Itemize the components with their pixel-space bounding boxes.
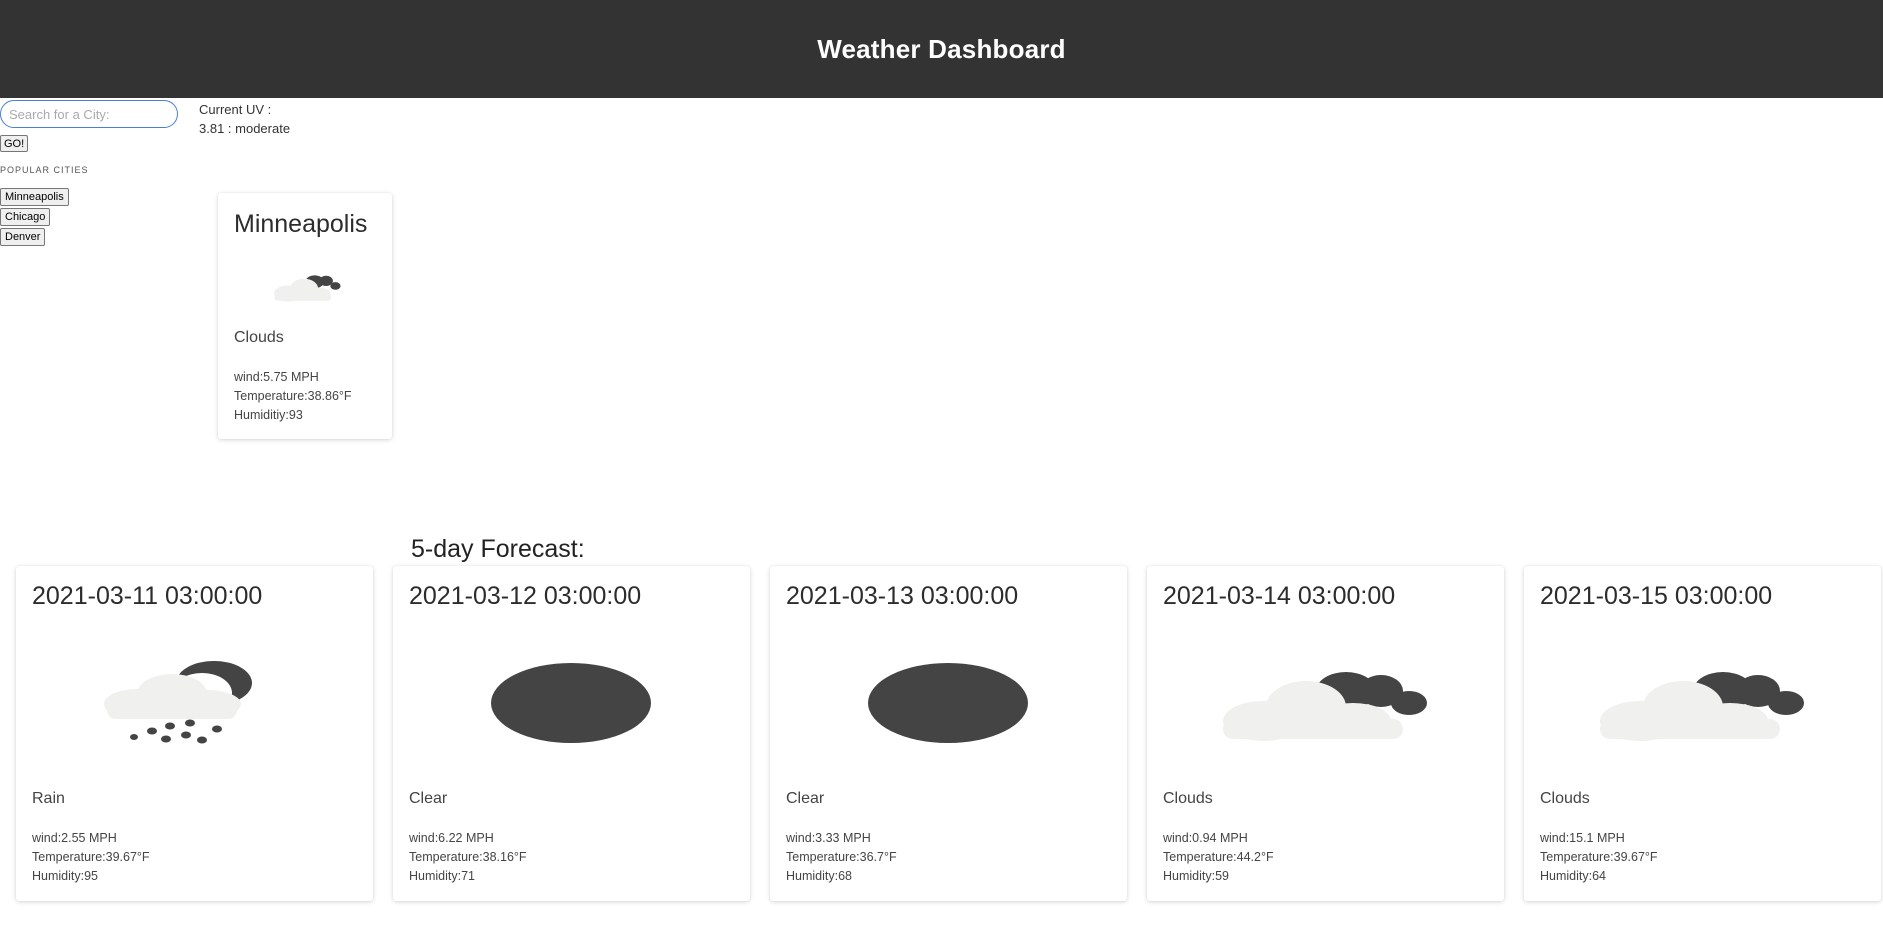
current-weather-card: Minneapolis Clouds wind:5.75 MPH Tempera… [218, 193, 392, 439]
forecast-wind: wind:6.22 MPH [409, 831, 494, 845]
forecast-details: wind:0.94 MPH Temperature:44.2°F Humidit… [1163, 829, 1274, 886]
clouds-icon [1213, 661, 1438, 746]
forecast-details: wind:15.1 MPH Temperature:39.67°F Humidi… [1540, 829, 1658, 886]
current-wind: wind:5.75 MPH [234, 370, 319, 384]
forecast-condition: Rain [32, 790, 65, 807]
forecast-temperature: Temperature:39.67°F [32, 850, 150, 864]
forecast-condition: Clouds [1163, 790, 1213, 807]
current-city-name: Minneapolis [234, 210, 368, 238]
clouds-icon [1590, 661, 1815, 746]
forecast-date: 2021-03-12 03:00:00 [409, 582, 642, 610]
forecast-details: wind:6.22 MPH Temperature:38.16°F Humidi… [409, 829, 527, 886]
forecast-humidity: Humidity:68 [786, 869, 852, 883]
forecast-condition: Clouds [1540, 790, 1590, 807]
rain-icon [82, 661, 307, 746]
forecast-wind: wind:15.1 MPH [1540, 831, 1625, 845]
clouds-icon [254, 269, 358, 305]
forecast-card: 2021-03-12 03:00:00 Clear wind:6.22 MPH … [393, 566, 750, 901]
page-title: Weather Dashboard [817, 33, 1066, 64]
forecast-temperature: Temperature:36.7°F [786, 850, 897, 864]
search-input[interactable] [0, 100, 178, 128]
clear-icon [836, 661, 1061, 746]
uv-value: 3.81 : moderate [199, 121, 291, 136]
forecast-wind: wind:3.33 MPH [786, 831, 871, 845]
forecast-temperature: Temperature:38.16°F [409, 850, 527, 864]
forecast-humidity: Humidity:71 [409, 869, 475, 883]
forecast-card: 2021-03-14 03:00:00 Clouds wind:0.94 MPH… [1147, 566, 1504, 901]
go-button[interactable]: GO! [0, 135, 29, 152]
forecast-humidity: Humidity:64 [1540, 869, 1606, 883]
forecast-temperature: Temperature:44.2°F [1163, 850, 1274, 864]
current-details: wind:5.75 MPH Temperature:38.86°F Humidi… [234, 368, 352, 425]
uv-info: Current UV : 3.81 : moderate [199, 100, 290, 138]
city-button-minneapolis[interactable]: Minneapolis [0, 188, 69, 206]
header-bar: Weather Dashboard [0, 0, 1883, 98]
forecast-card: 2021-03-15 03:00:00 Clouds wind:15.1 MPH… [1524, 566, 1881, 901]
forecast-date: 2021-03-13 03:00:00 [786, 582, 1019, 610]
forecast-details: wind:2.55 MPH Temperature:39.67°F Humidi… [32, 829, 150, 886]
forecast-condition: Clear [409, 790, 448, 807]
forecast-card: 2021-03-13 03:00:00 Clear wind:3.33 MPH … [770, 566, 1127, 901]
forecast-date: 2021-03-14 03:00:00 [1163, 582, 1396, 610]
current-temperature: Temperature:38.86°F [234, 389, 352, 403]
forecast-humidity: Humidity:59 [1163, 869, 1229, 883]
forecast-humidity: Humidity:95 [32, 869, 98, 883]
forecast-date: 2021-03-11 03:00:00 [32, 582, 263, 610]
current-humidity: Humiditiy:93 [234, 408, 303, 422]
clear-icon [459, 661, 684, 746]
city-button-denver[interactable]: Denver [0, 228, 46, 246]
forecast-title: 5-day Forecast: [411, 535, 585, 563]
forecast-wind: wind:0.94 MPH [1163, 831, 1248, 845]
forecast-card: 2021-03-11 03:00:00 Rain wind:2.55 MPH T… [16, 566, 373, 901]
current-condition: Clouds [234, 329, 284, 346]
forecast-temperature: Temperature:39.67°F [1540, 850, 1658, 864]
forecast-date: 2021-03-15 03:00:00 [1540, 582, 1773, 610]
forecast-details: wind:3.33 MPH Temperature:36.7°F Humidit… [786, 829, 897, 886]
city-button-chicago[interactable]: Chicago [0, 208, 51, 226]
popular-cities-title: POPULAR CITIES [0, 165, 89, 175]
forecast-wind: wind:2.55 MPH [32, 831, 117, 845]
uv-label: Current UV : [199, 102, 272, 117]
forecast-condition: Clear [786, 790, 825, 807]
